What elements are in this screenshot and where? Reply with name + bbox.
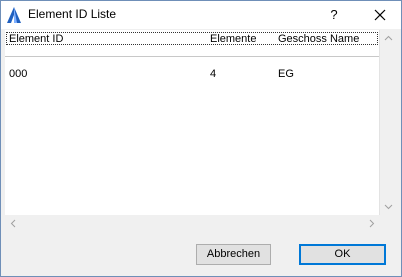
cell-elemente: 4 bbox=[210, 68, 217, 80]
cell-element-id: 000 bbox=[9, 68, 28, 80]
chevron-down-icon[interactable] bbox=[380, 198, 397, 215]
cancel-button[interactable]: Abbrechen bbox=[196, 244, 271, 265]
close-icon bbox=[374, 9, 386, 21]
column-header-geschoss-name[interactable]: Geschoss Name bbox=[278, 33, 359, 45]
column-header-element-id[interactable]: Element ID bbox=[9, 33, 63, 45]
archicad-app-icon bbox=[7, 7, 21, 23]
cell-geschoss-name: EG bbox=[278, 68, 294, 80]
element-id-list-dialog: Element ID Liste ? Element ID Elemente G… bbox=[0, 0, 402, 277]
chevron-up-icon[interactable] bbox=[380, 30, 397, 47]
element-list[interactable]: Element ID Elemente Geschoss Name 000 4 … bbox=[5, 30, 380, 215]
dialog-title: Element ID Liste bbox=[28, 7, 117, 21]
ok-button[interactable]: OK bbox=[299, 244, 386, 265]
close-button[interactable] bbox=[365, 1, 395, 29]
header-divider bbox=[5, 56, 379, 57]
horizontal-scrollbar[interactable] bbox=[5, 215, 380, 232]
table-row[interactable]: 000 4 EG bbox=[5, 66, 379, 82]
help-button[interactable]: ? bbox=[320, 1, 348, 29]
chevron-left-icon[interactable] bbox=[5, 215, 22, 232]
column-header-elemente[interactable]: Elemente bbox=[210, 33, 256, 45]
chevron-right-icon[interactable] bbox=[363, 215, 380, 232]
title-bar[interactable]: Element ID Liste ? bbox=[1, 1, 401, 29]
vertical-scrollbar[interactable] bbox=[380, 30, 397, 215]
list-header-row[interactable]: Element ID Elemente Geschoss Name bbox=[6, 32, 378, 45]
